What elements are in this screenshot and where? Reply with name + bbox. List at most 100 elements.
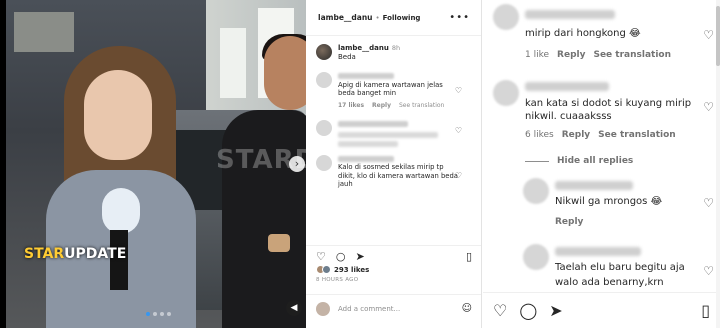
commenter-avatar[interactable]	[316, 120, 332, 136]
comment-body	[338, 120, 458, 147]
comment-meta: 6 likes Reply See translation	[525, 130, 676, 140]
comment-see-translation[interactable]: See translation	[399, 102, 444, 111]
heart-icon[interactable]: ♡	[455, 171, 462, 180]
separator-dot: •	[375, 13, 380, 22]
video-brand-logo: STARUPDATE	[24, 246, 126, 262]
reply-text: Nikwil ga mrongos 😂	[555, 196, 663, 207]
building-window	[220, 28, 246, 98]
caption-text: Beda	[338, 53, 356, 61]
post-sidebar: lambe__danu • Following ••• lambe__danu 8…	[306, 0, 481, 328]
blurred-username	[338, 73, 394, 79]
carousel-dot	[167, 312, 171, 316]
comment-bubble-icon[interactable]: ◯	[519, 301, 537, 320]
comment-likes[interactable]: 6 likes	[525, 130, 554, 140]
reply-meta: Reply	[555, 217, 583, 227]
man-body	[222, 110, 306, 328]
reply-avatar[interactable]	[523, 244, 549, 270]
scrollbar-thumb[interactable]	[716, 6, 720, 66]
current-user-avatar	[316, 301, 330, 316]
commenter-avatar[interactable]	[493, 80, 519, 106]
reply-reply-button[interactable]: Reply	[555, 217, 583, 227]
comment-reply-button[interactable]: Reply	[562, 130, 590, 140]
blurred-username	[338, 155, 394, 162]
comment-item: Kalo di sosmed sekilas mirip tp dikit, k…	[306, 147, 481, 189]
comment-meta: 1 like Reply See translation	[525, 50, 671, 60]
comment-see-translation[interactable]: See translation	[598, 130, 676, 140]
commenter-avatar[interactable]	[493, 4, 519, 30]
caption-time: 8h	[391, 44, 401, 52]
comment-body: Kalo di sosmed sekilas mirip tp dikit, k…	[338, 155, 458, 189]
wristwatch	[268, 234, 290, 252]
post-header: lambe__danu • Following •••	[306, 0, 481, 36]
caption-username[interactable]: lambe__danu	[338, 44, 389, 52]
heart-icon[interactable]: ♡	[703, 28, 714, 42]
microphone	[102, 188, 140, 234]
next-slide-icon[interactable]: ›	[289, 156, 305, 172]
author-avatar[interactable]	[316, 44, 332, 60]
heart-icon[interactable]: ♡	[703, 100, 714, 114]
comment-text-line: nikwil. cuaaaksss	[525, 111, 612, 122]
post-caption: lambe__danu 8h Beda	[306, 36, 481, 68]
comment-reply-button[interactable]: Reply	[557, 50, 585, 60]
comment-bubble-icon[interactable]: ○	[336, 250, 346, 265]
share-send-icon[interactable]: ➤	[355, 250, 364, 265]
brand-suffix: UPDATE	[64, 246, 127, 262]
reply-text-line: Taelah elu baru begitu aja	[555, 262, 685, 273]
more-horizontal-icon[interactable]: •••	[449, 12, 470, 23]
following-button[interactable]: Following	[383, 14, 421, 22]
like-heart-icon[interactable]: ♡	[493, 301, 507, 320]
carousel-dot	[153, 312, 157, 316]
add-comment-input[interactable]: Add a comment...	[338, 305, 400, 313]
heart-icon[interactable]: ♡	[703, 196, 714, 210]
woman-face	[84, 70, 152, 160]
brand-prefix: STAR	[24, 246, 65, 262]
post-video[interactable]: STARDI STARUPDATE › ◀	[6, 0, 306, 328]
blurred-username	[525, 82, 609, 91]
likes-row: 293 likes	[316, 265, 369, 274]
blurred-username	[555, 247, 641, 256]
comment-text: mirip dari hongkong 😂	[525, 28, 641, 39]
hide-replies-label: Hide all replies	[557, 156, 634, 166]
liker-avatar	[322, 265, 331, 274]
comment-likes[interactable]: 1 like	[525, 50, 549, 60]
blurred-comment-line	[338, 131, 438, 138]
comment-text: Kalo di sosmed sekilas mirip tp dikit, k…	[338, 163, 458, 188]
add-comment-bar: Add a comment... ☺	[306, 294, 481, 322]
mute-icon[interactable]: ◀	[286, 300, 302, 316]
thread-action-bar: ♡ ◯ ➤ ▯	[483, 292, 720, 328]
blurred-username	[525, 10, 615, 19]
hide-replies-button[interactable]: Hide all replies	[525, 156, 633, 166]
comment-thread: mirip dari hongkong 😂 1 like Reply See tra…	[483, 0, 720, 328]
comment-text: Apig di kamera wartawan jelas beda bange…	[338, 80, 443, 98]
carousel-dot-active	[146, 312, 150, 316]
post-action-bar: ♡ ○ ➤ ▯	[306, 245, 481, 265]
building-window	[14, 12, 74, 52]
like-heart-icon[interactable]: ♡	[316, 250, 326, 265]
bookmark-icon[interactable]: ▯	[701, 301, 710, 320]
commenter-avatar[interactable]	[316, 154, 332, 171]
post-timestamp: 8 HOURS AGO	[316, 277, 359, 283]
carousel-dots	[146, 312, 171, 316]
instagram-post-screenshot: STARDI STARUPDATE › ◀ lambe__danu • Foll…	[0, 0, 482, 328]
comment-meta: 17 likes Reply See translation	[338, 102, 458, 111]
heart-icon[interactable]: ♡	[455, 86, 462, 95]
heart-icon[interactable]: ♡	[455, 126, 462, 135]
comment-reply-button[interactable]: Reply	[372, 102, 391, 111]
share-send-icon[interactable]: ➤	[549, 301, 562, 320]
hide-replies-line	[525, 160, 549, 162]
emoji-icon[interactable]: ☺	[462, 303, 472, 314]
reply-text-line: walo ada benarny,krn	[555, 277, 664, 288]
bookmark-icon[interactable]: ▯	[466, 250, 472, 265]
likes-count[interactable]: 293 likes	[334, 266, 369, 274]
post-author[interactable]: lambe__danu	[318, 13, 373, 22]
comment-likes[interactable]: 17 likes	[338, 102, 364, 111]
carousel-dot	[160, 312, 164, 316]
comment-body: Apig di kamera wartawan jelas beda bange…	[338, 72, 458, 110]
comment-item: Apig di kamera wartawan jelas beda bange…	[306, 68, 481, 110]
caption-text-block: lambe__danu 8h Beda	[338, 44, 400, 62]
commenter-avatar[interactable]	[316, 72, 332, 88]
comment-see-translation[interactable]: See translation	[593, 50, 671, 60]
heart-icon[interactable]: ♡	[703, 264, 714, 278]
comment-item: ♡	[306, 110, 481, 147]
reply-avatar[interactable]	[523, 178, 549, 204]
